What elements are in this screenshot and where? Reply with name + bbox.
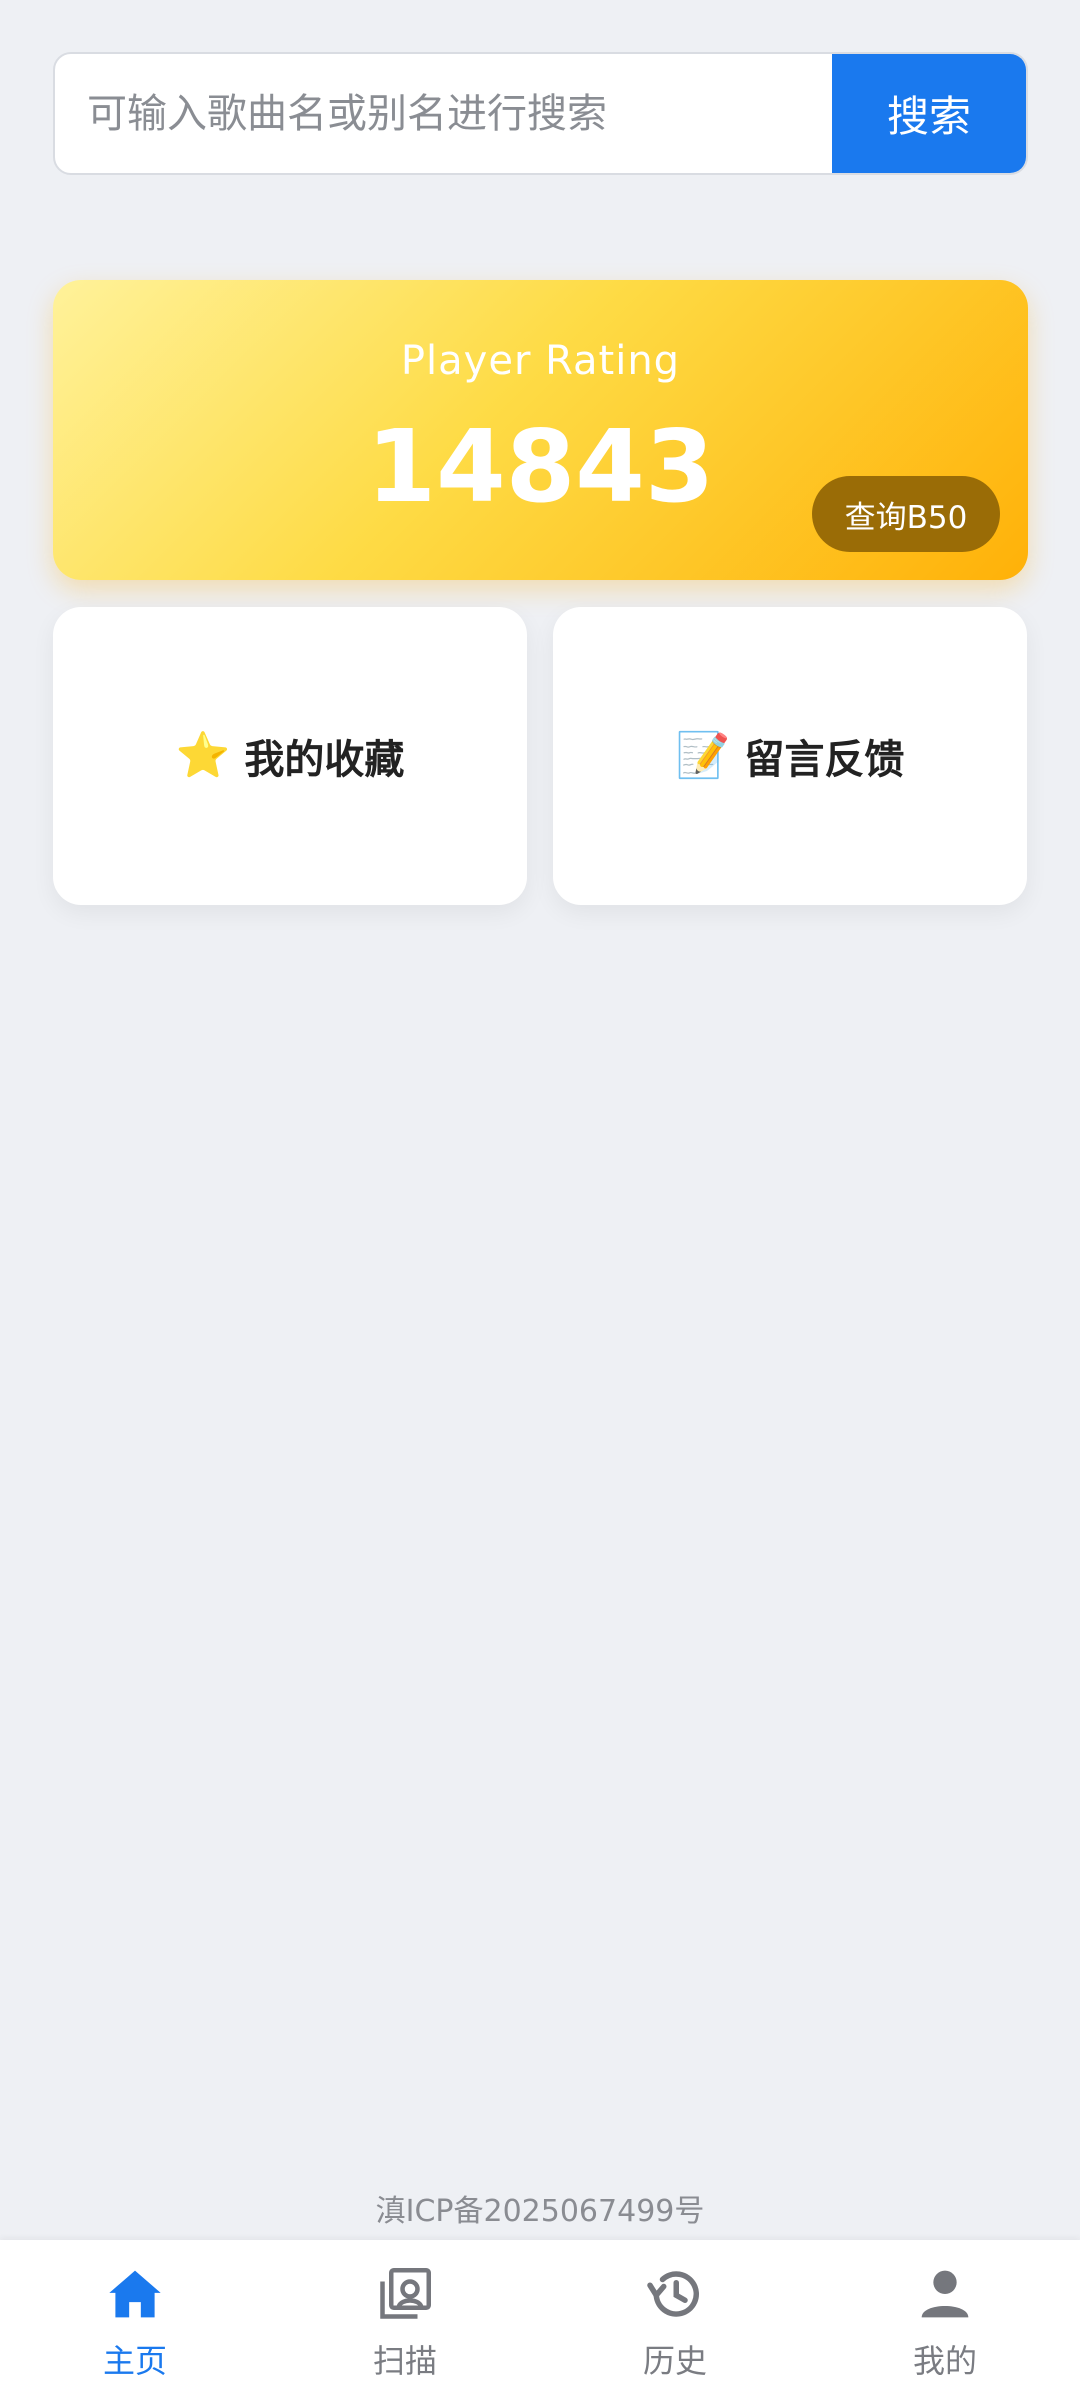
- feedback-label: 留言反馈: [744, 737, 905, 783]
- icp-record-link[interactable]: 滇ICP备2025067499号: [0, 2186, 1080, 2230]
- nav-item-scan[interactable]: 扫描: [270, 2240, 540, 2400]
- player-rating-card: Player Rating 14843 查询B50: [53, 280, 1028, 580]
- favorites-label: 我的收藏: [244, 737, 405, 783]
- nav-item-profile[interactable]: 我的: [810, 2240, 1080, 2400]
- nav-label-home: 主页: [102, 2342, 167, 2380]
- nav-label-history: 历史: [642, 2342, 707, 2380]
- user-icon: [915, 2264, 975, 2324]
- favorites-card[interactable]: ⭐ 我的收藏: [53, 607, 527, 905]
- nav-label-scan: 扫描: [372, 2342, 437, 2380]
- nav-item-history[interactable]: 历史: [540, 2240, 810, 2400]
- search-bar: 搜索: [53, 52, 1028, 175]
- scan-icon: [375, 2264, 435, 2324]
- bottom-nav: 主页 扫描 历史 我的: [0, 2240, 1080, 2400]
- rating-label: Player Rating: [400, 338, 681, 384]
- nav-item-home[interactable]: 主页: [0, 2240, 270, 2400]
- memo-icon: 📝: [675, 730, 731, 781]
- star-icon: ⭐: [175, 730, 231, 781]
- home-icon: [105, 2264, 165, 2324]
- feedback-card[interactable]: 📝 留言反馈: [553, 607, 1027, 905]
- search-input[interactable]: [55, 54, 832, 173]
- query-b50-button[interactable]: 查询B50: [812, 476, 1000, 552]
- home-page: 搜索 Player Rating 14843 查询B50 ⭐ 我的收藏 📝 留言…: [0, 0, 1080, 2400]
- history-icon: [645, 2264, 705, 2324]
- search-button[interactable]: 搜索: [832, 54, 1026, 173]
- nav-label-profile: 我的: [912, 2342, 977, 2380]
